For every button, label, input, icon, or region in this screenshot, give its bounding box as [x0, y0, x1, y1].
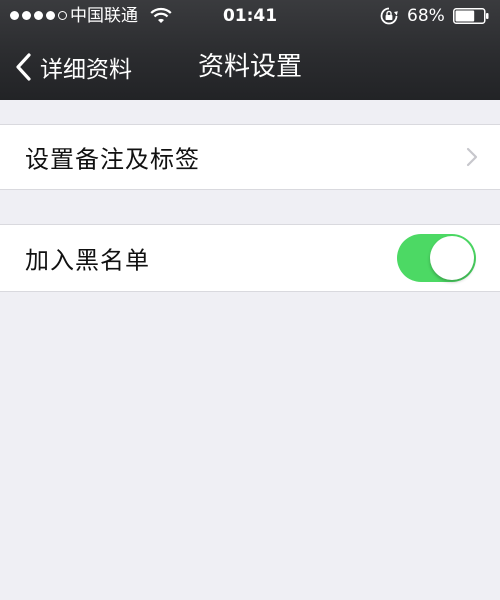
add-to-blacklist-label: 加入黑名单 — [25, 246, 150, 275]
orientation-lock-icon — [380, 7, 398, 25]
status-bar: 中国联通 01:41 68% — [0, 0, 500, 34]
battery-percentage: 68% — [407, 6, 445, 26]
add-to-blacklist-toggle[interactable] — [397, 234, 476, 282]
battery-icon — [453, 8, 489, 24]
navigation-bar: 详细资料 资料设置 — [0, 40, 500, 94]
top-bar: 中国联通 01:41 68% 详细资料 资料设置 — [0, 0, 500, 100]
set-remark-and-tags-row[interactable]: 设置备注及标签 — [0, 124, 500, 190]
toggle-knob — [430, 236, 474, 280]
page-title: 资料设置 — [197, 52, 302, 82]
chevron-right-icon — [466, 147, 478, 167]
set-remark-and-tags-label: 设置备注及标签 — [25, 145, 200, 174]
add-to-blacklist-row: 加入黑名单 — [0, 224, 500, 292]
